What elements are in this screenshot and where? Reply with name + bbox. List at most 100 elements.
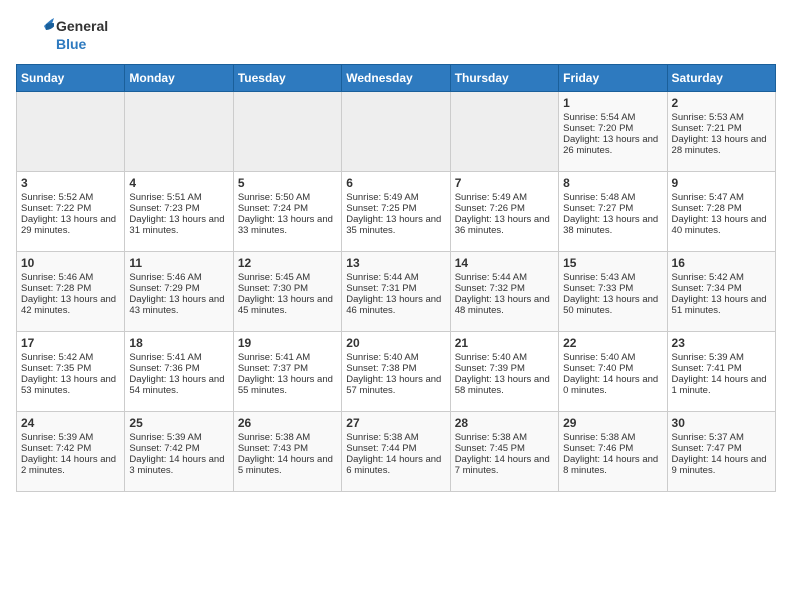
sunrise-text: Sunrise: 5:40 AM xyxy=(346,352,418,363)
sunset-text: Sunset: 7:46 PM xyxy=(563,443,633,454)
sunset-text: Sunset: 7:43 PM xyxy=(238,443,308,454)
sunrise-text: Sunrise: 5:42 AM xyxy=(21,352,93,363)
calendar-header-row: SundayMondayTuesdayWednesdayThursdayFrid… xyxy=(17,65,776,92)
sunrise-text: Sunrise: 5:43 AM xyxy=(563,272,635,283)
sunrise-text: Sunrise: 5:53 AM xyxy=(672,112,744,123)
day-number: 10 xyxy=(21,256,120,270)
logo-general-text: General xyxy=(56,17,108,35)
day-number: 22 xyxy=(563,336,662,350)
daylight-text: Daylight: 13 hours and 55 minutes. xyxy=(238,374,333,396)
day-header-thursday: Thursday xyxy=(450,65,558,92)
daylight-text: Daylight: 13 hours and 48 minutes. xyxy=(455,294,550,316)
day-header-tuesday: Tuesday xyxy=(233,65,341,92)
sunrise-text: Sunrise: 5:44 AM xyxy=(455,272,527,283)
sunrise-text: Sunrise: 5:39 AM xyxy=(672,352,744,363)
day-number: 7 xyxy=(455,176,554,190)
sunrise-text: Sunrise: 5:41 AM xyxy=(238,352,310,363)
day-number: 23 xyxy=(672,336,771,350)
day-number: 20 xyxy=(346,336,445,350)
day-cell: 22Sunrise: 5:40 AMSunset: 7:40 PMDayligh… xyxy=(559,332,667,412)
daylight-text: Daylight: 14 hours and 7 minutes. xyxy=(455,454,550,476)
sunset-text: Sunset: 7:21 PM xyxy=(672,123,742,134)
day-cell: 21Sunrise: 5:40 AMSunset: 7:39 PMDayligh… xyxy=(450,332,558,412)
daylight-text: Daylight: 14 hours and 6 minutes. xyxy=(346,454,441,476)
sunrise-text: Sunrise: 5:49 AM xyxy=(455,192,527,203)
day-cell: 30Sunrise: 5:37 AMSunset: 7:47 PMDayligh… xyxy=(667,412,775,492)
sunrise-text: Sunrise: 5:39 AM xyxy=(21,432,93,443)
daylight-text: Daylight: 13 hours and 38 minutes. xyxy=(563,214,658,236)
daylight-text: Daylight: 13 hours and 42 minutes. xyxy=(21,294,116,316)
day-cell: 7Sunrise: 5:49 AMSunset: 7:26 PMDaylight… xyxy=(450,172,558,252)
day-cell: 16Sunrise: 5:42 AMSunset: 7:34 PMDayligh… xyxy=(667,252,775,332)
day-number: 26 xyxy=(238,416,337,430)
sunrise-text: Sunrise: 5:52 AM xyxy=(21,192,93,203)
day-cell: 20Sunrise: 5:40 AMSunset: 7:38 PMDayligh… xyxy=(342,332,450,412)
day-number: 27 xyxy=(346,416,445,430)
day-number: 8 xyxy=(563,176,662,190)
sunset-text: Sunset: 7:33 PM xyxy=(563,283,633,294)
day-number: 14 xyxy=(455,256,554,270)
day-cell xyxy=(233,92,341,172)
daylight-text: Daylight: 13 hours and 33 minutes. xyxy=(238,214,333,236)
day-cell: 8Sunrise: 5:48 AMSunset: 7:27 PMDaylight… xyxy=(559,172,667,252)
day-cell: 17Sunrise: 5:42 AMSunset: 7:35 PMDayligh… xyxy=(17,332,125,412)
sunrise-text: Sunrise: 5:46 AM xyxy=(129,272,201,283)
day-cell: 13Sunrise: 5:44 AMSunset: 7:31 PMDayligh… xyxy=(342,252,450,332)
sunset-text: Sunset: 7:23 PM xyxy=(129,203,199,214)
day-number: 19 xyxy=(238,336,337,350)
sunset-text: Sunset: 7:28 PM xyxy=(672,203,742,214)
sunset-text: Sunset: 7:42 PM xyxy=(129,443,199,454)
day-number: 17 xyxy=(21,336,120,350)
daylight-text: Daylight: 13 hours and 40 minutes. xyxy=(672,214,767,236)
daylight-text: Daylight: 13 hours and 45 minutes. xyxy=(238,294,333,316)
sunrise-text: Sunrise: 5:54 AM xyxy=(563,112,635,123)
day-cell: 26Sunrise: 5:38 AMSunset: 7:43 PMDayligh… xyxy=(233,412,341,492)
sunset-text: Sunset: 7:47 PM xyxy=(672,443,742,454)
week-row-5: 24Sunrise: 5:39 AMSunset: 7:42 PMDayligh… xyxy=(17,412,776,492)
daylight-text: Daylight: 14 hours and 3 minutes. xyxy=(129,454,224,476)
daylight-text: Daylight: 13 hours and 31 minutes. xyxy=(129,214,224,236)
day-cell: 6Sunrise: 5:49 AMSunset: 7:25 PMDaylight… xyxy=(342,172,450,252)
day-cell: 4 Sunrise: 5:51 AMSunset: 7:23 PMDaylight… xyxy=(125,172,233,252)
sunrise-text: Sunrise: 5:38 AM xyxy=(455,432,527,443)
day-number: 15 xyxy=(563,256,662,270)
day-header-friday: Friday xyxy=(559,65,667,92)
sunset-text: Sunset: 7:41 PM xyxy=(672,363,742,374)
sunset-text: Sunset: 7:20 PM xyxy=(563,123,633,134)
sunrise-text: Sunrise: 5:46 AM xyxy=(21,272,93,283)
sunset-text: Sunset: 7:32 PM xyxy=(455,283,525,294)
daylight-text: Daylight: 13 hours and 29 minutes. xyxy=(21,214,116,236)
sunrise-text: Sunrise: 5:45 AM xyxy=(238,272,310,283)
sunset-text: Sunset: 7:40 PM xyxy=(563,363,633,374)
day-cell: 5Sunrise: 5:50 AMSunset: 7:24 PMDaylight… xyxy=(233,172,341,252)
day-number: 3 xyxy=(21,176,120,190)
day-header-wednesday: Wednesday xyxy=(342,65,450,92)
day-cell: 28Sunrise: 5:38 AMSunset: 7:45 PMDayligh… xyxy=(450,412,558,492)
day-number: 30 xyxy=(672,416,771,430)
daylight-text: Daylight: 13 hours and 51 minutes. xyxy=(672,294,767,316)
sunset-text: Sunset: 7:42 PM xyxy=(21,443,91,454)
daylight-text: Daylight: 13 hours and 35 minutes. xyxy=(346,214,441,236)
day-number: 25 xyxy=(129,416,228,430)
day-cell: 2Sunrise: 5:53 AMSunset: 7:21 PMDaylight… xyxy=(667,92,775,172)
day-number: 12 xyxy=(238,256,337,270)
day-number: 28 xyxy=(455,416,554,430)
day-cell: 9Sunrise: 5:47 AMSunset: 7:28 PMDaylight… xyxy=(667,172,775,252)
day-number: 5 xyxy=(238,176,337,190)
day-cell: 19Sunrise: 5:41 AMSunset: 7:37 PMDayligh… xyxy=(233,332,341,412)
day-number: 1 xyxy=(563,96,662,110)
day-number: 4 xyxy=(129,176,228,190)
daylight-text: Daylight: 13 hours and 50 minutes. xyxy=(563,294,658,316)
week-row-3: 10Sunrise: 5:46 AMSunset: 7:28 PMDayligh… xyxy=(17,252,776,332)
daylight-text: Daylight: 14 hours and 1 minute. xyxy=(672,374,767,396)
day-cell xyxy=(17,92,125,172)
day-number: 29 xyxy=(563,416,662,430)
sunrise-text: Sunrise: 5:51 AM xyxy=(129,192,201,203)
day-cell: 27Sunrise: 5:38 AMSunset: 7:44 PMDayligh… xyxy=(342,412,450,492)
day-number: 18 xyxy=(129,336,228,350)
sunset-text: Sunset: 7:38 PM xyxy=(346,363,416,374)
daylight-text: Daylight: 13 hours and 58 minutes. xyxy=(455,374,550,396)
daylight-text: Daylight: 14 hours and 9 minutes. xyxy=(672,454,767,476)
day-number: 2 xyxy=(672,96,771,110)
daylight-text: Daylight: 13 hours and 53 minutes. xyxy=(21,374,116,396)
